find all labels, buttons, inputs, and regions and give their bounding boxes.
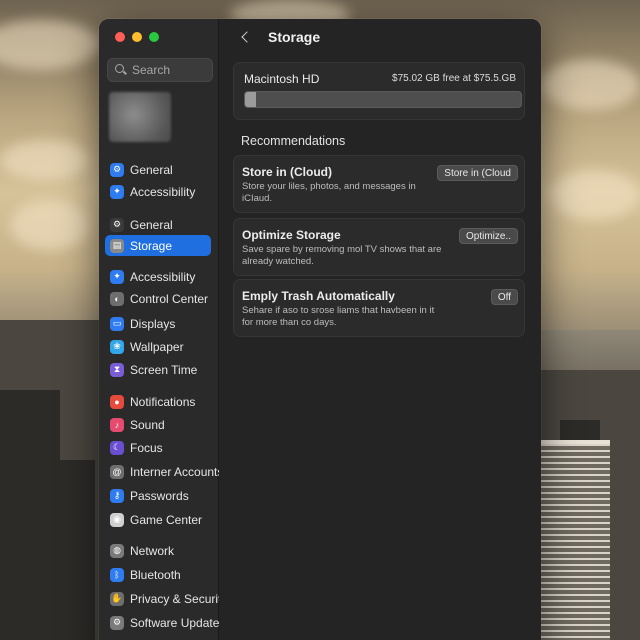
sidebar-item-label: Software Update [130,615,220,630]
sidebar-item-wallpaper[interactable]: ❀ Wallpaper [105,336,211,357]
recommendation-description: Sehare if aso to srose liams that havbee… [242,305,435,328]
game-center-icon: ◉ [110,512,124,527]
store-in-icloud-button[interactable]: Store in (Cloud [437,165,518,181]
gear-icon: ⚙ [110,615,124,630]
sidebar-item-focus[interactable]: ☾ Focus [105,437,211,458]
sidebar-item-network[interactable]: ◍ Network [105,540,211,561]
sidebar-item-software-update[interactable]: ⚙ Software Update [105,612,219,633]
sidebar-item-passwords[interactable]: ⚷ Passwords [105,485,211,506]
zoom-button[interactable] [149,32,159,42]
sidebar-item-label: General [130,217,173,232]
sidebar-item-notifications[interactable]: ● Notifications [105,391,211,412]
accessibility-icon: ✦ [110,269,124,284]
speaker-icon: ♪ [110,417,124,432]
sidebar-item-displays[interactable]: ▭ Displays [105,313,211,334]
window-controls [115,32,159,42]
sidebar-item-game-center[interactable]: ◉ Game Center [105,509,211,530]
storage-icon: ▤ [110,238,124,253]
recommendations-title: Recommendations [241,134,346,148]
sidebar-item-label: Accessibility [130,184,196,199]
sidebar-item-storage[interactable]: ▤ Storage [105,235,211,256]
sidebar-item-label: Passwords [130,488,189,503]
accessibility-icon: ✦ [110,184,124,199]
recommendation-title: Optimize Storage [242,228,341,242]
sidebar-item-label: Network [130,543,175,558]
gear-icon: ⚙ [110,217,124,232]
sidebar-item-screen-time[interactable]: ⧗ Screen Time [105,359,211,380]
recommendation-title: Emply Trash Automatically [242,289,395,303]
sidebar-item-interner-accounts[interactable]: @ Interner Accounts [105,461,223,482]
hourglass-icon: ⧗ [110,362,124,377]
sidebar-item-label: Storage [130,238,173,253]
recommendation-icloud: Store in (Cloud) Store your liles, photo… [233,155,525,213]
disk-usage-fill [245,92,257,107]
sidebar-item-general[interactable]: ⚙ General [105,214,211,235]
sidebar-item-accessibility[interactable]: ✦ Accessibility [105,181,211,202]
main-content: Storage Macintosh HD $75.02 GB free at $… [219,19,541,640]
recommendation-optimize: Optimize Storage Save spare by removing … [233,218,525,276]
sidebar-item-label: Notifications [130,394,196,409]
moon-icon: ☾ [110,440,124,455]
display-icon: ▭ [110,316,124,331]
globe-icon: ◍ [110,543,124,558]
at-icon: @ [110,464,124,479]
bluetooth-icon: ᛒ [110,567,124,582]
minimize-button[interactable] [132,32,142,42]
disk-card: Macintosh HD $75.02 GB free at $75.5.GB [233,62,525,120]
wallpaper-icon: ❀ [110,339,124,354]
hand-icon: ✋ [110,591,124,606]
sidebar-item-sound[interactable]: ♪ Sound [105,414,211,435]
sidebar-item-label: Accessibility [130,269,196,284]
gear-icon: ⚙ [110,162,124,177]
sidebar-item-label: Control Center [130,291,209,306]
sidebar-item-bluetooth[interactable]: ᛒ Bluetooth [105,564,211,585]
recommendation-title: Store in (Cloud) [242,165,332,179]
sidebar-item-label: General [130,162,173,177]
account-avatar[interactable] [109,92,171,142]
search-icon [114,63,128,77]
page-title: Storage [268,29,321,45]
optimize-button[interactable]: Optimize.. [458,228,518,244]
disk-name: Macintosh HD [244,72,320,86]
recommendation-empty-trash: Emply Trash Automatically Sehare if aso … [233,279,525,337]
search-placeholder: Search [132,63,171,77]
disk-free-space: $75.02 GB free at $75.5.GB [392,73,516,84]
sidebar-item-privacy-security[interactable]: ✋ Privacy & Security [105,588,227,609]
search-field[interactable]: Search [107,58,213,82]
control-center-icon: ◐ [110,291,124,306]
sidebar-item-general[interactable]: ⚙ General [105,159,211,180]
sidebar-item-label: Interner Accounts [130,464,224,479]
empty-trash-toggle[interactable]: Off [490,289,518,305]
sidebar-item-label: Focus [130,440,163,455]
sidebar-item-label: Displays [130,316,176,331]
close-button[interactable] [115,32,125,42]
recommendation-description: Store your liles, photos, and messages i… [242,181,416,204]
sidebar-item-label: Sound [130,417,165,432]
sidebar: Search ⚙ General ✦ Accessibility ⚙ General ▤ St… [99,19,227,640]
bell-icon: ● [110,394,124,409]
disk-usage-bar [244,91,522,108]
back-chevron-icon[interactable] [240,31,252,43]
sidebar-item-label: Screen Time [130,362,198,377]
sidebar-item-label: Bluetooth [130,567,181,582]
sidebar-item-accessibility[interactable]: ✦ Accessibility [105,266,211,287]
sidebar-item-label: Game Center [130,512,203,527]
recommendation-description: Save spare by removing mol TV shows that… [242,244,442,267]
sidebar-item-control-center[interactable]: ◐ Control Center [105,288,211,309]
sidebar-item-label: Wallpaper [130,339,184,354]
settings-window: Search ⚙ General ✦ Accessibility ⚙ General ▤ St… [99,19,541,640]
sidebar-item-label: Privacy & Security [130,591,228,606]
key-icon: ⚷ [110,488,124,503]
